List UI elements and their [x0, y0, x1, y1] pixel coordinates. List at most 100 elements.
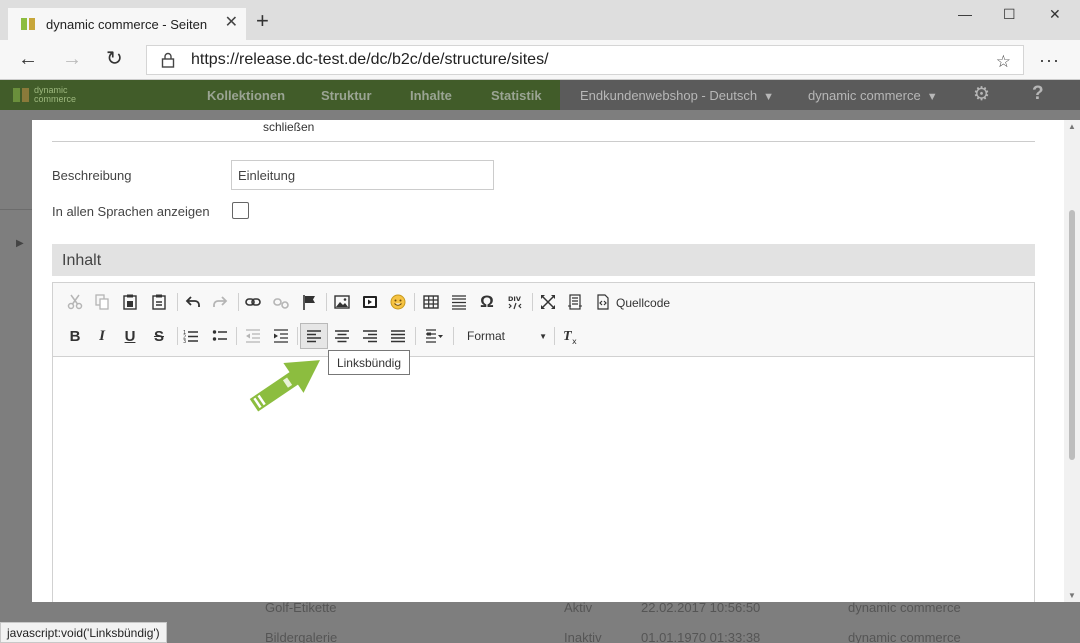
anchor-flag-icon[interactable]	[297, 290, 321, 314]
table-cell: Bildergalerie	[265, 630, 338, 643]
special-char-icon[interactable]: Ω	[475, 290, 499, 314]
minimize-icon[interactable]: —	[958, 6, 972, 22]
site-favicon-icon	[21, 18, 35, 30]
gear-icon[interactable]: ⚙	[973, 83, 990, 106]
url-text: https://release.dc-test.de/dc/b2c/de/str…	[191, 51, 549, 68]
nav-statistik[interactable]: Statistik	[491, 88, 542, 103]
help-icon[interactable]: ?	[1032, 83, 1044, 105]
styles-dropdown-icon[interactable]	[421, 324, 449, 348]
logo-text: dynamic commerce	[34, 85, 77, 104]
browser-menu-icon[interactable]: ···	[1039, 50, 1060, 71]
divider	[52, 141, 1035, 142]
shop-selector[interactable]: Endkundenwebshop - Deutsch ▼	[580, 88, 774, 103]
toolbar-separator	[326, 293, 327, 311]
strikethrough-icon[interactable]: S	[147, 324, 171, 348]
toolbar-separator	[177, 293, 178, 311]
emoticon-icon[interactable]	[386, 290, 410, 314]
chevron-down-icon: ▼	[539, 332, 547, 341]
chevron-down-icon: ▼	[926, 91, 938, 103]
forward-icon[interactable]: →	[62, 48, 82, 70]
bullet-list-icon[interactable]	[208, 324, 232, 348]
format-dropdown[interactable]: Format ▼	[459, 326, 551, 346]
scroll-up-icon[interactable]: ▲	[1068, 122, 1076, 131]
horizontal-line-icon[interactable]	[447, 290, 471, 314]
numbered-list-icon[interactable]: 123	[179, 324, 203, 348]
browser-tab[interactable]: dynamic commerce - Seiten ✕	[8, 8, 246, 40]
source-code-icon[interactable]	[591, 290, 615, 314]
pointer-arrow-icon	[249, 360, 320, 412]
back-icon[interactable]: ←	[18, 48, 38, 70]
user-selector[interactable]: dynamic commerce ▼	[808, 88, 938, 103]
browser-toolbar: ← → ↻ https://release.dc-test.de/dc/b2c/…	[0, 40, 1080, 80]
window-close-icon[interactable]: ✕	[1049, 6, 1061, 23]
all-languages-label: In allen Sprachen anzeigen	[52, 204, 210, 219]
editor-toolbar: Ω DIV Quellcode B I U S 123 Format ▼ T x	[53, 283, 1034, 357]
table-cell: dynamic commerce	[848, 630, 961, 643]
align-left-button[interactable]	[300, 323, 328, 349]
maximize-icon[interactable]: ☐	[1003, 6, 1016, 23]
indent-icon[interactable]	[269, 324, 293, 348]
content-section-header: Inhalt	[52, 244, 1035, 276]
bold-icon[interactable]: B	[63, 324, 87, 348]
paste-text-icon[interactable]	[147, 290, 171, 314]
tab-title: dynamic commerce - Seiten	[46, 16, 208, 32]
image-icon[interactable]	[330, 290, 354, 314]
copy-icon[interactable]	[90, 290, 114, 314]
maximize-editor-icon[interactable]	[536, 290, 560, 314]
nav-kollektionen[interactable]: Kollektionen	[207, 88, 285, 103]
table-icon[interactable]	[419, 290, 443, 314]
cut-icon[interactable]	[63, 290, 87, 314]
link-icon[interactable]	[241, 290, 265, 314]
svg-text:3: 3	[183, 339, 186, 344]
new-tab-icon[interactable]: +	[256, 10, 269, 32]
scroll-down-icon[interactable]: ▼	[1068, 591, 1076, 600]
browser-tab-bar: dynamic commerce - Seiten ✕ + — ☐ ✕	[0, 0, 1080, 40]
italic-icon[interactable]: I	[90, 324, 114, 348]
left-panel	[0, 110, 32, 210]
edit-modal: schließen Beschreibung In allen Sprachen…	[32, 120, 1064, 602]
close-link[interactable]: schließen	[263, 120, 314, 134]
scrollbar-thumb[interactable]	[1069, 210, 1075, 460]
description-label: Beschreibung	[52, 168, 132, 183]
svg-text:x: x	[572, 337, 577, 344]
align-justify-icon[interactable]	[386, 324, 410, 348]
tab-close-icon[interactable]: ✕	[225, 15, 238, 31]
toolbar-separator	[177, 327, 178, 345]
show-blocks-icon[interactable]	[563, 290, 587, 314]
underline-icon[interactable]: U	[118, 324, 142, 348]
toolbar-separator	[415, 327, 416, 345]
align-right-icon[interactable]	[358, 324, 382, 348]
undo-icon[interactable]	[181, 290, 205, 314]
toolbar-separator	[297, 327, 298, 345]
reload-icon[interactable]: ↻	[106, 48, 123, 70]
align-center-icon[interactable]	[330, 324, 354, 348]
div-container-icon[interactable]: DIV	[503, 290, 527, 314]
header-right-area: Endkundenwebshop - Deutsch ▼ dynamic comm…	[560, 80, 1080, 110]
source-code-button[interactable]: Quellcode	[616, 296, 670, 310]
align-left-tooltip: Linksbündig	[328, 350, 410, 375]
logo-mark-icon	[13, 88, 29, 102]
nav-inhalte[interactable]: Inhalte	[410, 88, 452, 103]
rich-text-editor: Ω DIV Quellcode B I U S 123 Format ▼ T x…	[52, 282, 1035, 602]
paste-icon[interactable]	[118, 290, 142, 314]
media-icon[interactable]	[358, 290, 382, 314]
table-cell: dynamic commerce	[848, 600, 961, 615]
svg-text:DIV: DIV	[508, 295, 521, 303]
description-input[interactable]	[231, 160, 494, 190]
all-languages-checkbox[interactable]	[232, 202, 249, 219]
nav-struktur[interactable]: Struktur	[321, 88, 372, 103]
unlink-icon[interactable]	[269, 290, 293, 314]
address-bar[interactable]: https://release.dc-test.de/dc/b2c/de/str…	[146, 45, 1024, 75]
app-logo[interactable]: dynamic commerce	[12, 86, 76, 104]
toolbar-separator	[532, 293, 533, 311]
favorite-star-icon[interactable]: ☆	[996, 52, 1011, 72]
page-scrollbar[interactable]: ▲ ▼	[1064, 120, 1080, 602]
redo-icon[interactable]	[208, 290, 232, 314]
lock-icon	[161, 52, 175, 68]
outdent-icon[interactable]	[241, 324, 265, 348]
toolbar-separator	[238, 293, 239, 311]
remove-format-icon[interactable]: Tx	[558, 324, 582, 348]
table-cell: Aktiv	[564, 600, 593, 615]
toolbar-separator	[236, 327, 237, 345]
toolbar-separator	[453, 327, 454, 345]
